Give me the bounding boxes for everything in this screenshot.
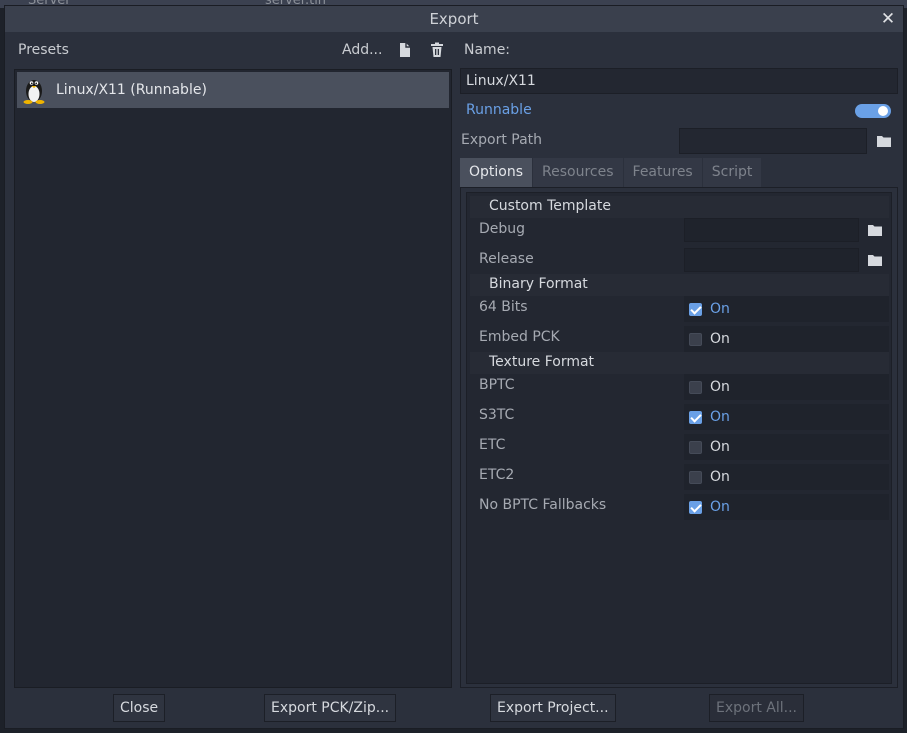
checkbox-unchecked-icon <box>689 440 702 454</box>
release-label: Release <box>479 251 534 267</box>
section-custom-template[interactable]: Custom Template <box>470 196 889 218</box>
runnable-label: Runnable <box>466 102 532 118</box>
presets-label: Presets <box>18 42 69 58</box>
options-panel: Custom Template Debug Release Binary For… <box>460 187 898 688</box>
trash-icon[interactable] <box>430 42 444 58</box>
embed-pck-value: On <box>710 331 730 347</box>
checkbox-checked-icon <box>689 500 702 514</box>
preset-name-input[interactable]: Linux/X11 <box>460 68 898 94</box>
64-bits-value: On <box>710 301 730 317</box>
checkbox-checked-icon <box>689 410 702 424</box>
etc2-value: On <box>710 469 730 485</box>
s3tc-label: S3TC <box>479 407 515 423</box>
etc-value: On <box>710 439 730 455</box>
no-bptc-fallbacks-label: No BPTC Fallbacks <box>479 497 607 513</box>
checkbox-unchecked-icon <box>689 470 702 484</box>
export-project-button[interactable]: Export Project... <box>490 694 616 722</box>
options-inspector: Custom Template Debug Release Binary For… <box>466 192 892 684</box>
checkbox-checked-icon <box>689 302 702 316</box>
preset-name: Linux/X11 (Runnable) <box>56 82 207 98</box>
name-label: Name: <box>464 42 511 58</box>
64-bits-checkbox[interactable]: On <box>684 296 889 322</box>
export-all-button[interactable]: Export All... <box>709 694 804 722</box>
release-template-field[interactable] <box>684 248 859 272</box>
release-browse-button[interactable] <box>860 248 889 272</box>
tab-features[interactable]: Features <box>623 158 702 187</box>
linux-tux-icon <box>23 80 45 104</box>
embed-pck-checkbox[interactable]: On <box>684 326 889 352</box>
debug-template-field[interactable] <box>684 218 859 242</box>
folder-icon <box>876 136 891 147</box>
duplicate-icon[interactable] <box>398 42 412 58</box>
debug-browse-button[interactable] <box>860 218 889 242</box>
bptc-label: BPTC <box>479 377 515 393</box>
preset-item-linux[interactable]: Linux/X11 (Runnable) <box>17 72 449 108</box>
tab-options[interactable]: Options <box>460 158 533 187</box>
folder-icon <box>867 255 882 266</box>
s3tc-value: On <box>710 409 730 425</box>
settings-tabs: Options Resources Features Script <box>460 158 762 187</box>
dialog-titlebar: Export ✕ <box>5 6 903 32</box>
no-bptc-fallbacks-value: On <box>710 499 730 515</box>
close-icon[interactable]: ✕ <box>877 6 899 32</box>
64-bits-label: 64 Bits <box>479 299 528 315</box>
folder-icon <box>867 225 882 236</box>
checkbox-unchecked-icon <box>689 380 702 394</box>
add-preset-button[interactable]: Add... <box>342 42 382 58</box>
etc2-checkbox[interactable]: On <box>684 464 889 490</box>
section-binary-format-label: Binary Format <box>489 276 588 292</box>
s3tc-checkbox[interactable]: On <box>684 404 889 430</box>
etc-checkbox[interactable]: On <box>684 434 889 460</box>
section-texture-format-label: Texture Format <box>489 354 595 370</box>
embed-pck-label: Embed PCK <box>479 329 560 345</box>
export-dialog: Export ✕ Presets Add... Linux/X11 (Runna… <box>4 5 904 729</box>
etc2-label: ETC2 <box>479 467 515 483</box>
no-bptc-fallbacks-checkbox[interactable]: On <box>684 494 889 520</box>
checkbox-unchecked-icon <box>689 332 702 346</box>
tab-script[interactable]: Script <box>702 158 762 187</box>
export-path-browse-button[interactable] <box>869 128 898 154</box>
export-path-input[interactable] <box>679 128 867 154</box>
section-texture-format[interactable]: Texture Format <box>470 352 889 374</box>
bptc-checkbox[interactable]: On <box>684 374 889 400</box>
export-path-label: Export Path <box>461 132 543 148</box>
section-custom-template-label: Custom Template <box>489 198 611 214</box>
section-binary-format[interactable]: Binary Format <box>470 274 889 296</box>
etc-label: ETC <box>479 437 506 453</box>
preset-list: Linux/X11 (Runnable) <box>14 69 452 688</box>
tab-resources[interactable]: Resources <box>533 158 623 187</box>
bptc-value: On <box>710 379 730 395</box>
close-button[interactable]: Close <box>113 694 166 722</box>
export-pck-zip-button[interactable]: Export PCK/Zip... <box>264 694 397 722</box>
debug-label: Debug <box>479 221 526 237</box>
dialog-title: Export <box>429 10 479 28</box>
runnable-toggle[interactable] <box>855 104 891 118</box>
